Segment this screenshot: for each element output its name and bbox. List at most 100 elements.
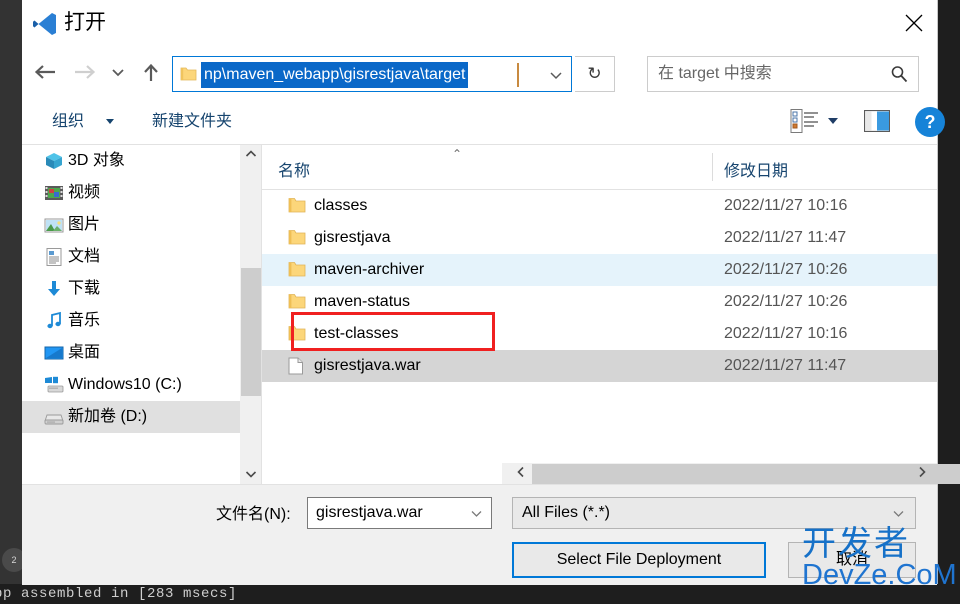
chevron-down-icon <box>112 69 124 77</box>
search-icon <box>890 65 908 88</box>
file-name: gisrestjava <box>314 229 391 246</box>
sidebar-item-label: Windows10 (C:) <box>68 376 182 393</box>
dialog-content: 3D 对象 视频 图片 文档 下载 音乐 桌面 Windows10 (C:) 新… <box>22 145 960 485</box>
filename-label: 文件名(N): <box>216 506 291 523</box>
videos-icon <box>44 183 64 203</box>
sidebar-item-label: 文档 <box>68 248 101 265</box>
table-row[interactable]: gisrestjava 2022/11/27 11:47 <box>262 222 937 254</box>
music-icon <box>44 311 64 331</box>
help-button[interactable]: ? <box>915 107 945 137</box>
file-date: 2022/11/27 10:26 <box>724 261 848 278</box>
back-button[interactable] <box>28 56 62 90</box>
file-name: maven-archiver <box>314 261 425 278</box>
file-list-horizontal-scrollbar[interactable] <box>502 463 960 485</box>
pictures-icon <box>44 215 64 235</box>
forward-button[interactable] <box>68 56 102 90</box>
file-name: classes <box>314 197 368 214</box>
chevron-down-icon[interactable] <box>892 507 905 525</box>
table-row[interactable]: test-classes 2022/11/27 10:16 <box>262 318 937 350</box>
3d-objects-icon <box>44 151 64 171</box>
sidebar-item-downloads[interactable]: 下载 <box>22 273 240 305</box>
sidebar-item-desktop[interactable]: 桌面 <box>22 337 240 369</box>
arrow-right-icon <box>75 65 96 79</box>
search-input[interactable]: 在 target 中搜索 <box>647 56 919 92</box>
search-placeholder: 在 target 中搜索 <box>658 65 772 82</box>
vscode-icon <box>32 12 58 36</box>
scroll-left-button[interactable] <box>510 463 532 485</box>
arrow-up-icon <box>144 63 158 81</box>
navigation-bar: np\maven_webapp\gisrestjava\target ↻ 在 t… <box>22 48 937 100</box>
preview-pane-button[interactable] <box>863 109 891 133</box>
chevron-down-icon[interactable] <box>470 507 483 525</box>
chevron-down-icon[interactable] <box>549 68 563 87</box>
file-type-filter-value: All Files (*.*) <box>522 504 611 521</box>
sort-ascending-icon: ⌃ <box>452 147 463 161</box>
list-view-icon <box>790 109 818 133</box>
tree-scrollbar-thumb[interactable] <box>241 268 261 396</box>
file-list: ⌃ 名称 修改日期 classes 2022/11/27 10:16 gisre… <box>262 145 960 485</box>
table-row[interactable]: classes 2022/11/27 10:16 <box>262 190 937 222</box>
sidebar-item-3d-objects[interactable]: 3D 对象 <box>22 145 240 177</box>
desktop-icon <box>44 343 64 363</box>
scroll-down-button[interactable] <box>240 465 262 485</box>
refresh-icon: ↻ <box>587 64 602 83</box>
navigation-tree: 3D 对象 视频 图片 文档 下载 音乐 桌面 Windows10 (C:) 新… <box>22 145 240 485</box>
folder-icon <box>288 229 306 247</box>
windows-drive-icon <box>44 375 64 395</box>
scroll-right-button[interactable] <box>911 463 933 485</box>
chevron-down-icon <box>245 471 257 478</box>
folder-icon <box>288 261 306 279</box>
sidebar-item-label: 音乐 <box>68 312 101 329</box>
up-one-level-button[interactable] <box>134 56 168 90</box>
select-file-deployment-button[interactable]: Select File Deployment <box>512 542 766 578</box>
open-file-dialog: 打开 np\maven_webapp\gisrestjava\target ↻ … <box>22 0 960 585</box>
file-date: 2022/11/27 10:16 <box>724 197 848 214</box>
tree-scrollbar[interactable] <box>240 145 263 485</box>
filename-input[interactable]: gisrestjava.war <box>307 497 492 529</box>
address-path-text: np\maven_webapp\gisrestjava\target <box>201 62 468 88</box>
file-date: 2022/11/27 10:16 <box>724 325 848 342</box>
sidebar-item-pictures[interactable]: 图片 <box>22 209 240 241</box>
column-header-name[interactable]: 名称 <box>278 157 310 181</box>
column-divider[interactable] <box>712 153 713 181</box>
sidebar-item-new-volume-d[interactable]: 新加卷 (D:) <box>22 401 240 433</box>
title-bar: 打开 <box>22 0 937 48</box>
editor-activity-bar <box>0 0 22 604</box>
column-header-date-modified[interactable]: 修改日期 <box>724 157 788 181</box>
dialog-title: 打开 <box>64 11 106 34</box>
refresh-button[interactable]: ↻ <box>575 56 615 92</box>
file-type-filter-select[interactable]: All Files (*.*) <box>512 497 916 529</box>
view-mode-button[interactable] <box>790 108 822 136</box>
drive-icon <box>44 407 64 427</box>
sidebar-item-videos[interactable]: 视频 <box>22 177 240 209</box>
dialog-footer: 文件名(N): gisrestjava.war All Files (*.*) … <box>22 485 937 585</box>
documents-icon <box>44 247 64 267</box>
text-caret <box>517 63 519 87</box>
sidebar-item-label: 3D 对象 <box>68 152 125 169</box>
table-row[interactable]: gisrestjava.war 2022/11/27 11:47 <box>262 350 937 382</box>
close-button[interactable] <box>891 0 937 46</box>
folder-icon <box>180 66 197 87</box>
sidebar-item-label: 桌面 <box>68 344 101 361</box>
file-name: test-classes <box>314 325 399 342</box>
address-bar[interactable]: np\maven_webapp\gisrestjava\target <box>172 56 572 92</box>
chevron-down-icon[interactable] <box>106 119 114 124</box>
sidebar-item-documents[interactable]: 文档 <box>22 241 240 273</box>
sidebar-item-windows-drive[interactable]: Windows10 (C:) <box>22 369 240 401</box>
cancel-button[interactable]: 取消 <box>788 542 916 578</box>
new-folder-button[interactable]: 新建文件夹 <box>152 109 232 135</box>
table-row[interactable]: maven-archiver 2022/11/27 10:26 <box>262 254 937 286</box>
scroll-up-button[interactable] <box>240 145 262 165</box>
sidebar-item-label: 图片 <box>68 216 101 233</box>
sidebar-item-label: 视频 <box>68 184 101 201</box>
command-bar: 组织 新建文件夹 ? <box>22 100 945 145</box>
organize-button[interactable]: 组织 <box>52 109 84 135</box>
chevron-right-icon <box>919 466 926 478</box>
sidebar-item-music[interactable]: 音乐 <box>22 305 240 337</box>
recent-locations-button[interactable] <box>106 56 130 90</box>
view-mode-chevron-down-icon[interactable] <box>828 118 838 124</box>
column-header-row: ⌃ 名称 修改日期 <box>262 145 937 190</box>
preview-pane-icon <box>863 109 891 133</box>
table-row[interactable]: maven-status 2022/11/27 10:26 <box>262 286 937 318</box>
horizontal-scrollbar-thumb[interactable] <box>532 464 960 484</box>
